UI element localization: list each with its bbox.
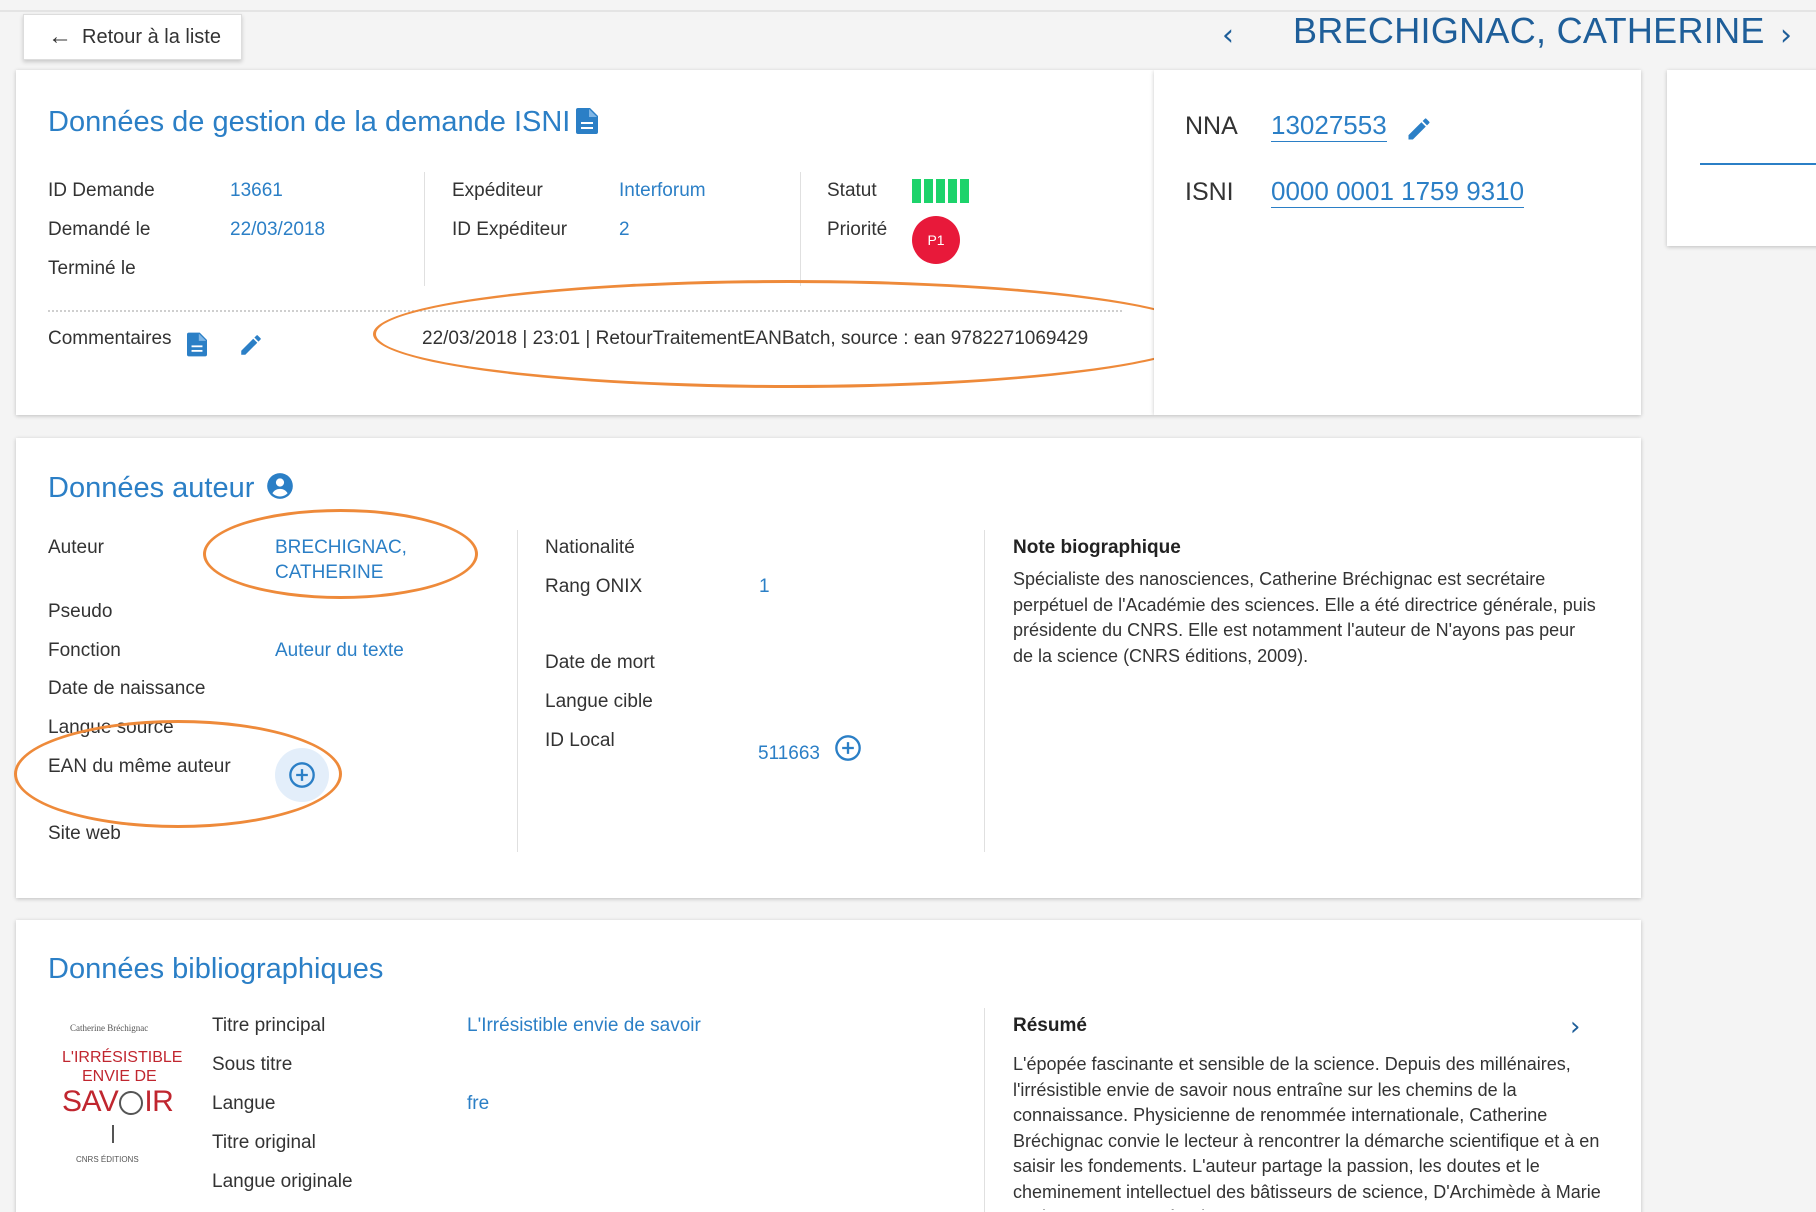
column-divider [984,1008,985,1212]
id-demande-label: ID Demande [48,180,155,201]
auteur-label: Auteur [48,537,104,558]
side-panel-underline [1700,163,1816,165]
demande-le-value: 22/03/2018 [230,219,326,240]
id-expediteur-label: ID Expéditeur [452,219,568,240]
balloon-icon [119,1091,144,1116]
plus-circle-icon[interactable] [288,761,316,789]
gestion-title: Données de gestion de la demande ISNI [48,106,571,138]
nna-link[interactable]: 13027553 [1271,110,1387,142]
langue-value: fre [467,1093,490,1114]
biblio-title: Données bibliographiques [48,953,384,985]
id-local-label: ID Local [545,730,615,751]
note-biographique-title: Note biographique [1013,537,1181,558]
rang-onix-label: Rang ONIX [545,576,643,597]
status-bar [924,179,933,203]
isni-link[interactable]: 0000 0001 1759 9310 [1271,176,1525,208]
commentaires-label: Commentaires [48,328,172,349]
titre-principal-value: L'Irrésistible envie de savoir [467,1015,701,1036]
cover-title-line3a: SAV [62,1085,119,1118]
nationalite-label: Nationalité [545,537,635,558]
fonction-label: Fonction [48,640,121,661]
pencil-icon[interactable] [1405,115,1433,143]
note-biographique-text: Spécialiste des nanosciences, Catherine … [1013,569,1596,666]
langue-label: Langue [212,1093,276,1114]
column-divider [424,172,425,286]
priority-badge: P1 [912,216,960,264]
auteur-name-line2[interactable]: CATHERINE [275,562,383,584]
langue-source-label: Langue source [48,717,174,738]
status-indicator [912,179,969,203]
titre-original-label: Titre original [212,1132,316,1153]
cover-title-line1: L'IRRÉSISTIBLE [62,1049,183,1066]
document-icon[interactable] [187,332,207,357]
id-expediteur-value: 2 [619,219,630,240]
cover-author: Catherine Bréchignac [70,1023,149,1033]
auteur-title: Données auteur [48,472,255,504]
chevron-right-icon[interactable]: › [1570,1012,1580,1042]
rang-onix-value: 1 [759,576,770,597]
id-local-value: 511663 [758,743,820,764]
plus-circle-icon[interactable] [834,734,862,762]
cover-publisher: CNRS ÉDITIONS [76,1155,139,1164]
sous-titre-label: Sous titre [212,1054,293,1075]
arrow-left-icon: ← [48,23,72,50]
site-web-label: Site web [48,823,121,844]
resume-text: L'épopée fascinante et sensible de la sc… [1013,1054,1601,1210]
dotted-divider [48,310,1122,312]
isni-label: ISNI [1185,178,1234,206]
fonction-value: Auteur du texte [275,640,404,661]
termine-le-label: Terminé le [48,258,136,279]
column-divider [984,530,985,852]
demande-le-label: Demandé le [48,219,151,240]
back-to-list-label: Retour à la liste [82,25,221,48]
date-mort-label: Date de mort [545,652,655,673]
id-demande-value: 13661 [230,180,283,201]
back-to-list-button[interactable]: ← Retour à la liste [23,14,242,60]
column-divider [517,530,518,852]
book-cover-image: Catherine Bréchignac L'IRRÉSISTIBLE ENVI… [52,1017,182,1202]
priorite-label: Priorité [827,219,888,240]
pseudo-label: Pseudo [48,601,113,622]
user-circle-icon [267,473,293,499]
document-icon[interactable] [576,108,598,134]
comment-entry: 22/03/2018 | 23:01 | RetourTraitementEAN… [422,328,1089,349]
status-bar [912,179,921,203]
status-bar [948,179,957,203]
titre-principal-label: Titre principal [212,1015,326,1036]
side-panel-card [1667,70,1816,246]
status-bar [960,179,969,203]
auteur-name-line1[interactable]: BRECHIGNAC, [275,537,407,559]
status-bar [936,179,945,203]
ean-meme-auteur-label: EAN du même auteur [48,756,231,777]
expediteur-value: Interforum [619,180,706,201]
page-title: BRECHIGNAC, CATHERINE [1293,10,1765,51]
resume-title: Résumé [1013,1015,1087,1036]
statut-label: Statut [827,180,877,201]
balloon-string [112,1125,114,1143]
cover-title-line3b: IR [144,1085,174,1118]
langue-cible-label: Langue cible [545,691,653,712]
date-naissance-label: Date de naissance [48,678,206,699]
expediteur-label: Expéditeur [452,180,543,201]
chevron-left-icon[interactable]: ‹ [1222,18,1234,53]
chevron-right-icon[interactable]: › [1780,18,1792,53]
pencil-icon[interactable] [238,332,264,358]
langue-originale-label: Langue originale [212,1171,353,1192]
column-divider [800,172,801,286]
nna-label: NNA [1185,112,1238,140]
cover-title-line2: ENVIE DE [82,1068,157,1085]
